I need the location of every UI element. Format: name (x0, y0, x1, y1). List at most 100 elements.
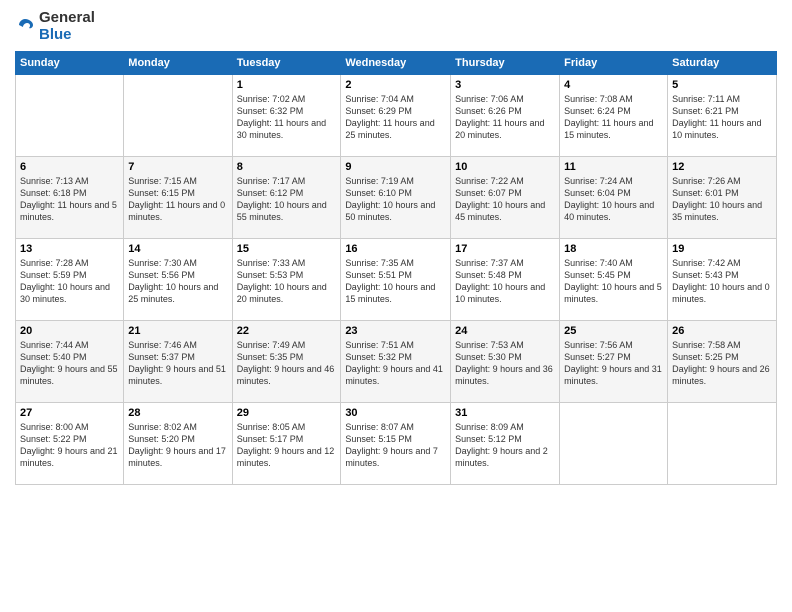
calendar-cell: 6 Sunrise: 7:13 AMSunset: 6:18 PMDaylight… (16, 157, 124, 239)
calendar-cell: 12Sunrise: 7:26 AMSunset: 6:01 PMDayligh… (668, 157, 777, 239)
calendar-cell: 22Sunrise: 7:49 AMSunset: 5:35 PMDayligh… (232, 321, 341, 403)
day-info: Sunrise: 7:46 AMSunset: 5:37 PMDaylight:… (128, 339, 227, 388)
day-number: 8 (237, 161, 337, 173)
day-info: Sunrise: 7:40 AMSunset: 5:45 PMDaylight:… (564, 257, 663, 306)
day-number: 25 (564, 325, 663, 337)
day-info: Sunrise: 7:56 AMSunset: 5:27 PMDaylight:… (564, 339, 663, 388)
day-number: 1 (237, 79, 337, 91)
calendar-cell (560, 403, 668, 485)
day-info: Sunrise: 7:58 AMSunset: 5:25 PMDaylight:… (672, 339, 772, 388)
calendar-cell: 30 Sunrise: 8:07 AMSunset: 5:15 PMDayligh… (341, 403, 451, 485)
calendar-cell: 18 Sunrise: 7:40 AMSunset: 5:45 PMDayligh… (560, 239, 668, 321)
calendar-table: SundayMondayTuesdayWednesdayThursdayFrid… (15, 51, 777, 485)
calendar-cell: 17Sunrise: 7:37 AMSunset: 5:48 PMDayligh… (451, 239, 560, 321)
day-info: Sunrise: 7:02 AMSunset: 6:32 PMDaylight:… (237, 93, 337, 142)
day-number: 5 (672, 79, 772, 91)
day-info: Sunrise: 7:28 AMSunset: 5:59 PMDaylight:… (20, 257, 119, 306)
day-number: 3 (455, 79, 555, 91)
weekday-header-saturday: Saturday (668, 52, 777, 75)
day-number: 16 (345, 243, 446, 255)
calendar-cell: 19 Sunrise: 7:42 AMSunset: 5:43 PMDayligh… (668, 239, 777, 321)
day-info: Sunrise: 7:24 AMSunset: 6:04 PMDaylight:… (564, 175, 663, 224)
day-number: 7 (128, 161, 227, 173)
day-info: Sunrise: 7:35 AMSunset: 5:51 PMDaylight:… (345, 257, 446, 306)
week-row-4: 20 Sunrise: 7:44 AMSunset: 5:40 PMDayligh… (16, 321, 777, 403)
day-info: Sunrise: 7:11 AMSunset: 6:21 PMDaylight:… (672, 93, 772, 142)
weekday-header-tuesday: Tuesday (232, 52, 341, 75)
day-number: 29 (237, 407, 337, 419)
day-info: Sunrise: 7:51 AMSunset: 5:32 PMDaylight:… (345, 339, 446, 388)
calendar-cell: 3 Sunrise: 7:06 AMSunset: 6:26 PMDaylight… (451, 75, 560, 157)
day-info: Sunrise: 7:33 AMSunset: 5:53 PMDaylight:… (237, 257, 337, 306)
calendar-cell: 9 Sunrise: 7:19 AMSunset: 6:10 PMDaylight… (341, 157, 451, 239)
day-info: Sunrise: 7:15 AMSunset: 6:15 PMDaylight:… (128, 175, 227, 224)
calendar-cell (668, 403, 777, 485)
weekday-header-wednesday: Wednesday (341, 52, 451, 75)
calendar-cell: 25 Sunrise: 7:56 AMSunset: 5:27 PMDayligh… (560, 321, 668, 403)
day-number: 26 (672, 325, 772, 337)
weekday-header-thursday: Thursday (451, 52, 560, 75)
weekday-header-friday: Friday (560, 52, 668, 75)
calendar-cell: 14 Sunrise: 7:30 AMSunset: 5:56 PMDayligh… (124, 239, 232, 321)
day-number: 19 (672, 243, 772, 255)
day-info: Sunrise: 8:09 AMSunset: 5:12 PMDaylight:… (455, 421, 555, 470)
day-number: 17 (455, 243, 555, 255)
day-number: 2 (345, 79, 446, 91)
day-number: 18 (564, 243, 663, 255)
day-info: Sunrise: 7:26 AMSunset: 6:01 PMDaylight:… (672, 175, 772, 224)
day-number: 31 (455, 407, 555, 419)
calendar-cell: 23 Sunrise: 7:51 AMSunset: 5:32 PMDayligh… (341, 321, 451, 403)
day-number: 6 (20, 161, 119, 173)
calendar-cell: 20 Sunrise: 7:44 AMSunset: 5:40 PMDayligh… (16, 321, 124, 403)
day-number: 23 (345, 325, 446, 337)
day-number: 9 (345, 161, 446, 173)
day-info: Sunrise: 8:00 AMSunset: 5:22 PMDaylight:… (20, 421, 119, 470)
day-number: 30 (345, 407, 446, 419)
day-info: Sunrise: 7:30 AMSunset: 5:56 PMDaylight:… (128, 257, 227, 306)
day-info: Sunrise: 8:05 AMSunset: 5:17 PMDaylight:… (237, 421, 337, 470)
calendar-cell: 13 Sunrise: 7:28 AMSunset: 5:59 PMDayligh… (16, 239, 124, 321)
calendar-cell: 27 Sunrise: 8:00 AMSunset: 5:22 PMDayligh… (16, 403, 124, 485)
day-number: 14 (128, 243, 227, 255)
week-row-1: 1 Sunrise: 7:02 AMSunset: 6:32 PMDaylight… (16, 75, 777, 157)
calendar-cell: 7 Sunrise: 7:15 AMSunset: 6:15 PMDaylight… (124, 157, 232, 239)
calendar-cell (124, 75, 232, 157)
day-number: 13 (20, 243, 119, 255)
day-info: Sunrise: 7:53 AMSunset: 5:30 PMDaylight:… (455, 339, 555, 388)
calendar-cell: 10 Sunrise: 7:22 AMSunset: 6:07 PMDayligh… (451, 157, 560, 239)
weekday-header-sunday: Sunday (16, 52, 124, 75)
calendar-cell (16, 75, 124, 157)
week-row-5: 27 Sunrise: 8:00 AMSunset: 5:22 PMDayligh… (16, 403, 777, 485)
day-info: Sunrise: 7:22 AMSunset: 6:07 PMDaylight:… (455, 175, 555, 224)
day-number: 28 (128, 407, 227, 419)
day-number: 21 (128, 325, 227, 337)
calendar-cell: 24Sunrise: 7:53 AMSunset: 5:30 PMDayligh… (451, 321, 560, 403)
day-info: Sunrise: 8:07 AMSunset: 5:15 PMDaylight:… (345, 421, 446, 470)
calendar-cell: 26 Sunrise: 7:58 AMSunset: 5:25 PMDayligh… (668, 321, 777, 403)
logo-general: General (39, 10, 95, 27)
week-row-2: 6 Sunrise: 7:13 AMSunset: 6:18 PMDaylight… (16, 157, 777, 239)
calendar-cell: 11Sunrise: 7:24 AMSunset: 6:04 PMDayligh… (560, 157, 668, 239)
day-info: Sunrise: 7:13 AMSunset: 6:18 PMDaylight:… (20, 175, 119, 224)
day-info: Sunrise: 7:49 AMSunset: 5:35 PMDaylight:… (237, 339, 337, 388)
calendar-cell: 4Sunrise: 7:08 AMSunset: 6:24 PMDaylight… (560, 75, 668, 157)
day-info: Sunrise: 7:42 AMSunset: 5:43 PMDaylight:… (672, 257, 772, 306)
calendar-cell: 15Sunrise: 7:33 AMSunset: 5:53 PMDayligh… (232, 239, 341, 321)
page: General Blue SundayMondayTuesdayWednesda… (0, 0, 792, 612)
day-info: Sunrise: 7:17 AMSunset: 6:12 PMDaylight:… (237, 175, 337, 224)
calendar-cell: 31 Sunrise: 8:09 AMSunset: 5:12 PMDayligh… (451, 403, 560, 485)
day-number: 27 (20, 407, 119, 419)
weekday-header-row: SundayMondayTuesdayWednesdayThursdayFrid… (16, 52, 777, 75)
day-info: Sunrise: 7:08 AMSunset: 6:24 PMDaylight:… (564, 93, 663, 142)
day-number: 20 (20, 325, 119, 337)
day-number: 10 (455, 161, 555, 173)
calendar-cell: 29 Sunrise: 8:05 AMSunset: 5:17 PMDayligh… (232, 403, 341, 485)
day-info: Sunrise: 7:44 AMSunset: 5:40 PMDaylight:… (20, 339, 119, 388)
header: General Blue (15, 10, 777, 43)
day-info: Sunrise: 7:19 AMSunset: 6:10 PMDaylight:… (345, 175, 446, 224)
logo: General Blue (15, 10, 95, 43)
week-row-3: 13 Sunrise: 7:28 AMSunset: 5:59 PMDayligh… (16, 239, 777, 321)
day-info: Sunrise: 7:04 AMSunset: 6:29 PMDaylight:… (345, 93, 446, 142)
day-info: Sunrise: 7:06 AMSunset: 6:26 PMDaylight:… (455, 93, 555, 142)
calendar-cell: 5 Sunrise: 7:11 AMSunset: 6:21 PMDaylight… (668, 75, 777, 157)
